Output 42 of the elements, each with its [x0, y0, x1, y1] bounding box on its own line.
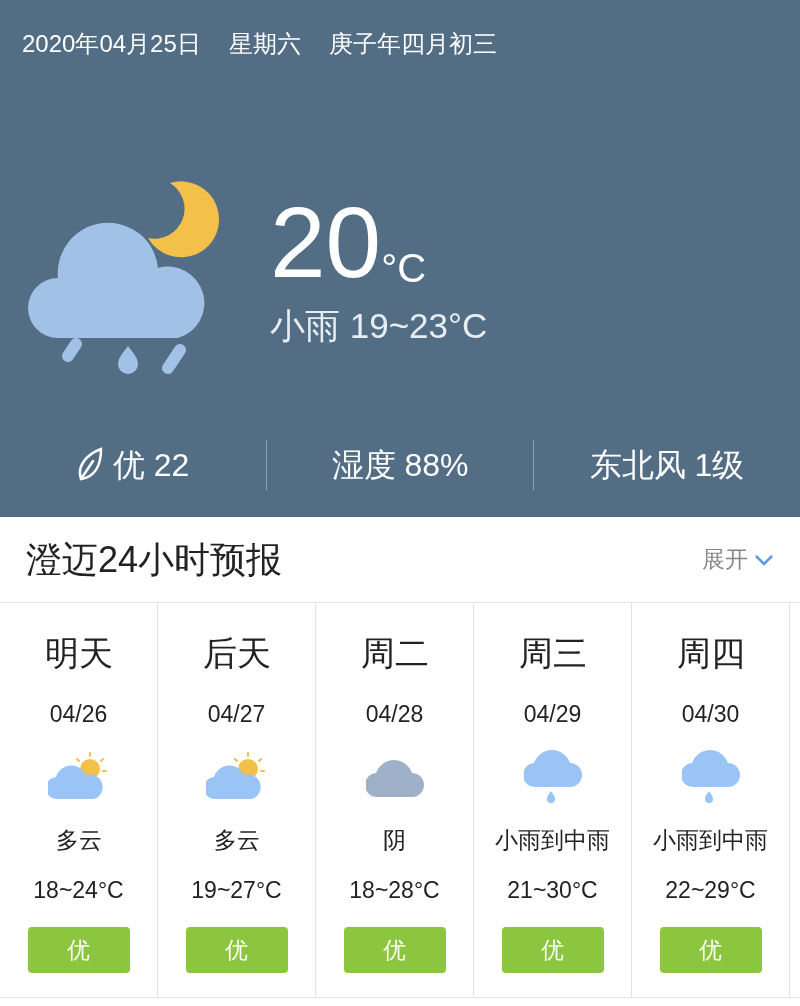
date-text: 04/27: [207, 700, 266, 729]
sun-cloud-icon: [205, 751, 268, 801]
condition-text: 多云: [213, 826, 260, 855]
day-name: 周二: [360, 633, 429, 673]
cloud-rain-icon: [523, 749, 582, 803]
air-quality-badge: 优: [343, 927, 446, 973]
weather-summary: 小雨 19~23°C: [270, 305, 488, 347]
expand-button[interactable]: 展开: [702, 542, 774, 577]
condition-text: 小雨到中雨: [495, 826, 610, 855]
condition-text: 阴: [383, 826, 406, 855]
condition-text: 多云: [55, 826, 102, 855]
temperature-range: 22~29°C: [665, 876, 756, 905]
weekday-text: 星期六: [228, 29, 301, 59]
temperature-range: 19~27°C: [191, 876, 282, 905]
forecast-title: 澄迈24小时预报: [26, 537, 283, 582]
leaf-icon: [76, 447, 103, 483]
date-text: 04/29: [523, 700, 582, 729]
chevron-down-icon: [754, 553, 774, 566]
date-text: 2020年04月25日: [22, 29, 201, 59]
day-name: 周四: [676, 633, 745, 673]
date-text: 04/30: [681, 700, 740, 729]
air-quality-badge: 优: [185, 927, 288, 973]
day-name: 明天: [44, 633, 113, 673]
day-name: 周三: [518, 633, 587, 673]
temperature-text: 20: [270, 194, 382, 290]
date-text: 04/26: [49, 700, 108, 729]
temperature-range: 18~24°C: [33, 876, 124, 905]
temperature-range: 18~28°C: [349, 876, 440, 905]
sun-cloud-icon: [47, 751, 110, 801]
stat-text: 湿度 88%: [331, 446, 469, 485]
stat-text: 东北风 1级: [589, 446, 745, 485]
temperature-range: 21~30°C: [507, 876, 598, 905]
cloud-rain-icon: [681, 749, 740, 803]
air-quality-badge: 优: [27, 927, 130, 973]
air-quality-badge: 优: [659, 927, 762, 973]
day-name: 后天: [202, 633, 271, 673]
condition-text: 小雨到中雨: [653, 826, 768, 855]
unit-text: °C: [381, 248, 427, 288]
lunar-date-text: 庚子年四月初三: [328, 29, 497, 59]
stat-text: 优 22: [112, 446, 190, 485]
air-quality-badge: 优: [501, 927, 604, 973]
date-text: 04/28: [365, 700, 424, 729]
